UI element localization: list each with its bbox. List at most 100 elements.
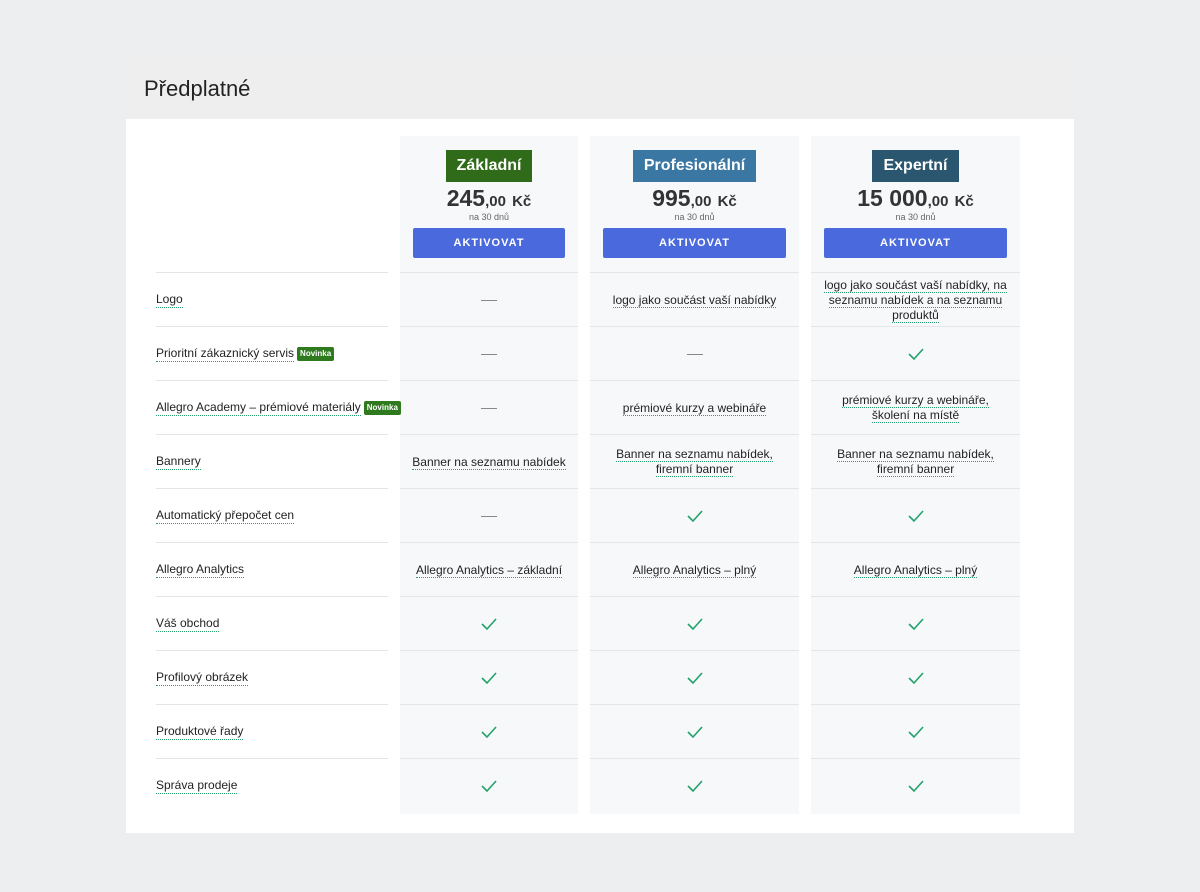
feature-label: Bannery xyxy=(156,434,388,489)
feature-value-text[interactable]: Banner na seznamu nabídek, firemní banne… xyxy=(616,447,773,477)
feature-cell xyxy=(590,758,799,813)
feature-value: Banner na seznamu nabídek xyxy=(412,454,566,470)
feature-name[interactable]: Profilový obrázek xyxy=(156,670,249,686)
check-icon xyxy=(686,618,703,630)
feature-name[interactable]: Prioritní zákaznický servis xyxy=(156,346,295,362)
feature-value: prémiové kurzy a webináře xyxy=(622,400,767,416)
check-icon xyxy=(907,618,924,630)
page-title: Předplatné xyxy=(144,76,251,101)
check-icon xyxy=(481,780,497,792)
dash-icon xyxy=(481,299,497,301)
feature-cell: Banner na seznamu nabídek, firemní banne… xyxy=(590,434,799,489)
plan-price: 245,00 Kč xyxy=(400,185,578,215)
feature-cell xyxy=(590,650,799,705)
dash-icon xyxy=(686,353,703,355)
new-badge: Novinka xyxy=(363,401,401,415)
dash-icon xyxy=(481,515,497,517)
feature-cell xyxy=(811,596,1020,651)
plan-header: Základní 245,00 Kč na 30 dnů AKTIVOVAT xyxy=(400,136,578,273)
feature-cell xyxy=(590,488,799,543)
feature-value-text[interactable]: prémiové kurzy a webináře, školení na mí… xyxy=(842,393,989,423)
feature-cell: Allegro Analytics – základní xyxy=(400,542,578,597)
new-badge: Novinka xyxy=(297,347,335,361)
feature-name[interactable]: Správa prodeje xyxy=(156,778,238,794)
feature-label: Automatický přepočet cen xyxy=(156,488,388,543)
price-decimal: ,00 xyxy=(690,193,712,210)
activate-button[interactable]: AKTIVOVAT xyxy=(603,228,786,258)
feature-value: Banner na seznamu nabídek, firemní banne… xyxy=(822,447,1010,477)
feature-value-text[interactable]: Banner na seznamu nabídek xyxy=(412,454,566,470)
feature-value-text[interactable]: Allegro Analytics – plný xyxy=(632,562,757,578)
price-currency: Kč xyxy=(717,193,737,210)
check-icon xyxy=(907,510,924,522)
feature-label: Váš obchod xyxy=(156,596,388,651)
plan-header: Expertní 15 000,00 Kč na 30 dnů AKTIVOVAT xyxy=(811,136,1020,273)
feature-label: Správa prodeje xyxy=(156,758,388,813)
feature-value-text[interactable]: Allegro Analytics – plný xyxy=(853,562,978,578)
feature-value: logo jako součást vaší nabídky xyxy=(612,292,777,308)
feature-cell xyxy=(400,704,578,759)
feature-value-text[interactable]: prémiové kurzy a webináře xyxy=(622,400,767,416)
activate-button[interactable]: AKTIVOVAT xyxy=(824,228,1007,258)
feature-cell xyxy=(811,326,1020,381)
feature-cell xyxy=(811,758,1020,813)
feature-cell xyxy=(400,488,578,543)
feature-cell: logo jako součást vaší nabídky, na sezna… xyxy=(811,272,1020,327)
feature-cell xyxy=(811,650,1020,705)
subscription-card: Předplatné Základní 245,00 Kč na 30 dnů AKT… xyxy=(126,57,1074,833)
price-currency: Kč xyxy=(954,193,974,210)
feature-cell: Banner na seznamu nabídek xyxy=(400,434,578,489)
check-icon xyxy=(481,672,497,684)
feature-label: Allegro Analytics xyxy=(156,542,388,597)
activate-button[interactable]: AKTIVOVAT xyxy=(413,228,565,258)
feature-cell xyxy=(811,704,1020,759)
card-header: Předplatné xyxy=(126,57,1074,119)
price-integer: 245 xyxy=(446,185,486,211)
feature-cell xyxy=(400,380,578,435)
feature-cell xyxy=(400,326,578,381)
feature-name[interactable]: Allegro Academy – prémiové materiály xyxy=(156,400,361,416)
feature-cell xyxy=(811,488,1020,543)
feature-cell xyxy=(400,650,578,705)
plan-price: 15 000,00 Kč xyxy=(811,185,1020,215)
feature-name[interactable]: Logo xyxy=(156,292,183,308)
feature-cell: Allegro Analytics – plný xyxy=(590,542,799,597)
price-currency: Kč xyxy=(512,193,532,210)
feature-value: prémiové kurzy a webináře, školení na mí… xyxy=(822,393,1010,423)
check-icon xyxy=(481,618,497,630)
feature-value-text[interactable]: Allegro Analytics – základní xyxy=(415,562,563,578)
feature-label: Produktové řady xyxy=(156,704,388,759)
feature-name[interactable]: Váš obchod xyxy=(156,616,220,632)
feature-value: Allegro Analytics – plný xyxy=(853,562,978,578)
plan-period: na 30 dnů xyxy=(674,212,715,222)
feature-name[interactable]: Automatický přepočet cen xyxy=(156,508,295,524)
feature-cell: prémiové kurzy a webináře xyxy=(590,380,799,435)
feature-name[interactable]: Allegro Analytics xyxy=(156,562,245,578)
check-icon xyxy=(686,672,703,684)
check-icon xyxy=(907,780,924,792)
feature-value-text[interactable]: logo jako součást vaší nabídky, na sezna… xyxy=(824,277,1007,323)
plan-price: 995,00 Kč xyxy=(590,185,799,215)
feature-cell xyxy=(590,704,799,759)
plan-name: Základní xyxy=(445,150,533,182)
price-integer: 15 000 xyxy=(857,185,928,211)
feature-value-text[interactable]: logo jako součást vaší nabídky xyxy=(612,292,777,308)
feature-value: Allegro Analytics – základní xyxy=(415,562,563,578)
check-icon xyxy=(686,510,703,522)
plan-period: na 30 dnů xyxy=(468,212,510,222)
feature-value: logo jako součást vaší nabídky, na sezna… xyxy=(822,277,1010,323)
feature-name[interactable]: Produktové řady xyxy=(156,724,244,740)
check-icon xyxy=(686,726,703,738)
feature-value-text[interactable]: Banner na seznamu nabídek, firemní banne… xyxy=(837,447,994,477)
dash-icon xyxy=(481,407,497,409)
price-decimal: ,00 xyxy=(927,193,949,210)
feature-label: Logo xyxy=(156,272,388,327)
feature-cell xyxy=(400,596,578,651)
feature-cell: Banner na seznamu nabídek, firemní banne… xyxy=(811,434,1020,489)
check-icon xyxy=(907,726,924,738)
plan-header: Profesionální 995,00 Kč na 30 dnů AKTIVOVAT xyxy=(590,136,799,273)
feature-label: Prioritní zákaznický servis Novinka xyxy=(156,326,388,381)
feature-name[interactable]: Bannery xyxy=(156,454,201,470)
dash-icon xyxy=(481,353,497,355)
price-decimal: ,00 xyxy=(485,193,506,210)
